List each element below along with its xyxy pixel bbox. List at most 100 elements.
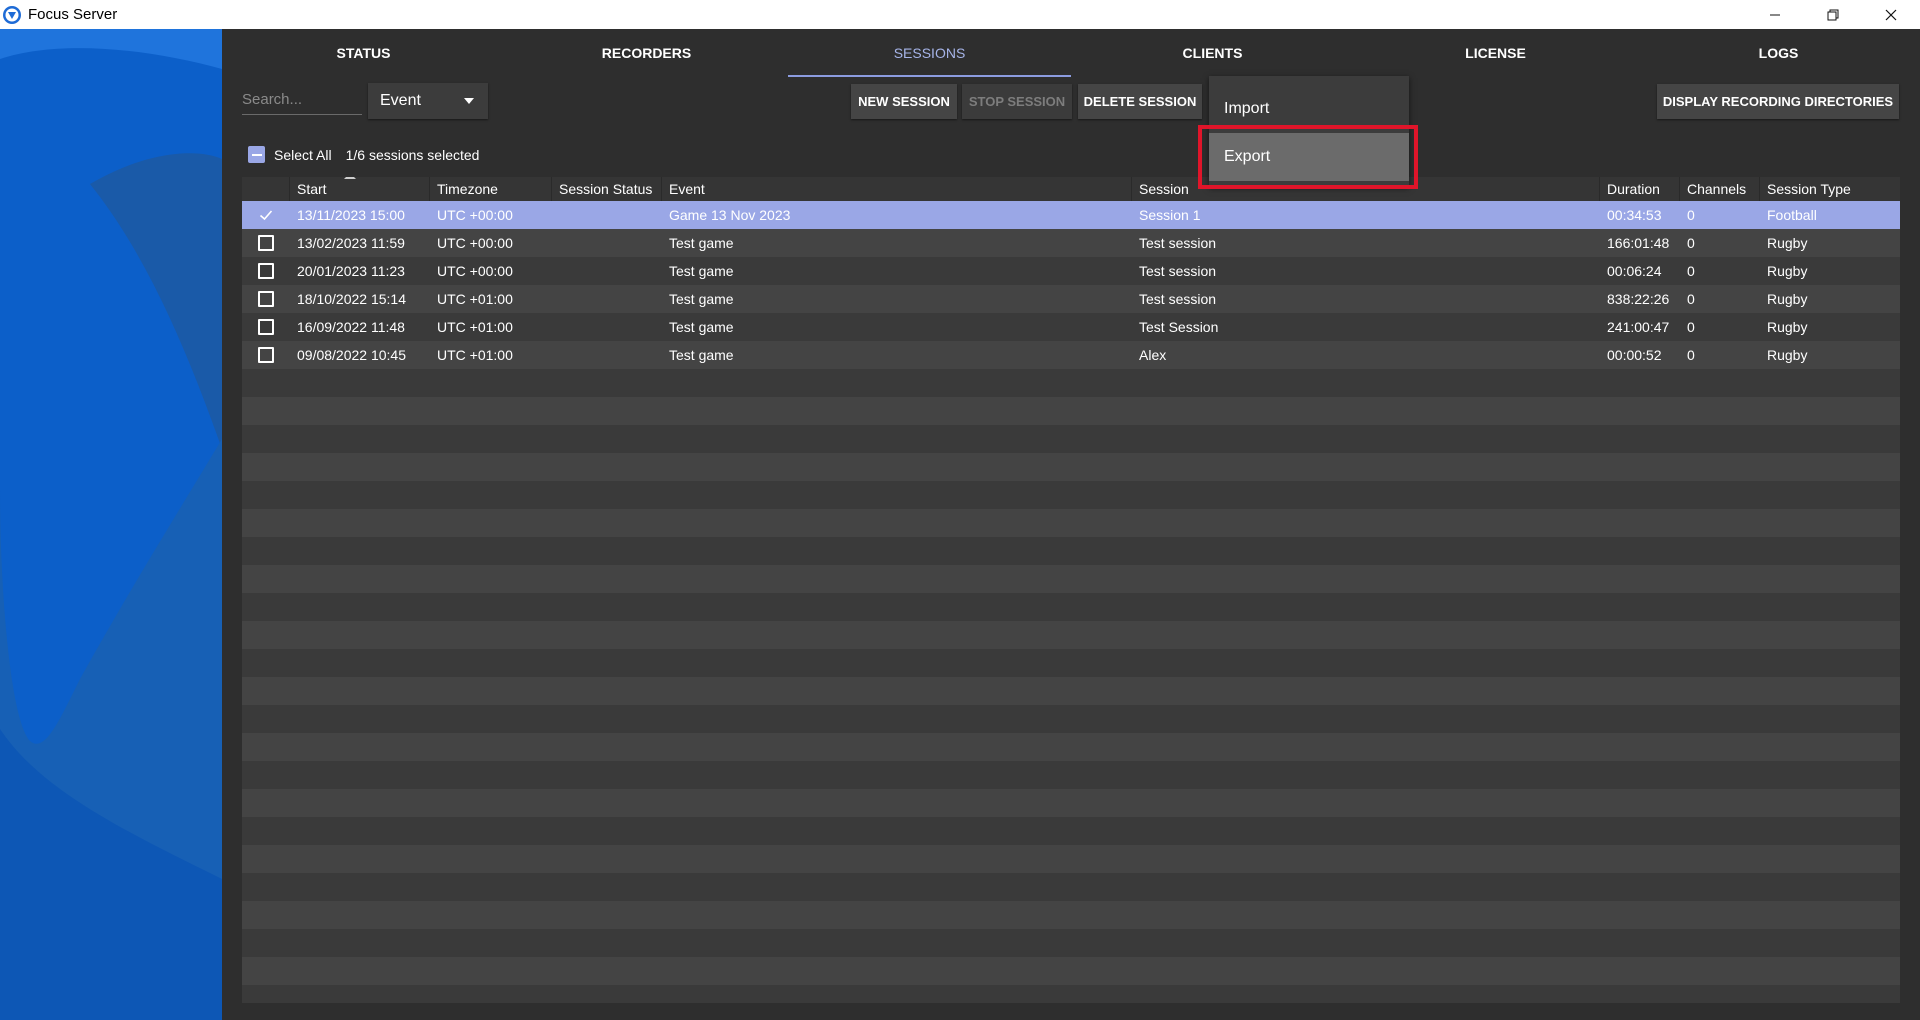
- cell-timezone: [430, 537, 552, 565]
- new-session-button[interactable]: NEW SESSION: [851, 84, 957, 119]
- column-header-event[interactable]: Event: [662, 177, 1132, 201]
- column-header-start[interactable]: Start: [290, 177, 430, 201]
- table-row[interactable]: 16/09/2022 11:48 UTC +01:00 Test game Test …: [242, 313, 1900, 341]
- cell-channels: [1680, 453, 1760, 481]
- cell-start: 16/09/2022 11:48: [297, 319, 405, 335]
- sort-ascending-icon: [344, 177, 356, 179]
- row-checkbox[interactable]: [258, 319, 274, 335]
- app-logo-icon: [3, 5, 21, 24]
- tab-sessions[interactable]: SESSIONS: [788, 29, 1071, 77]
- column-header-session-status[interactable]: Session Status: [552, 177, 662, 201]
- cell-session-type: [1760, 621, 1900, 649]
- cell-duration: [1600, 957, 1680, 985]
- restore-icon: [1827, 9, 1839, 20]
- table-row[interactable]: 13/02/2023 11:59 UTC +00:00 Test game Test …: [242, 229, 1900, 257]
- cell-duration: [1600, 537, 1680, 565]
- select-all-checkbox[interactable]: [248, 146, 265, 163]
- cell-session-type: Rugby: [1767, 263, 1808, 279]
- table-row[interactable]: 13/11/2023 15:00 UTC +00:00 Game 13 Nov 20…: [242, 201, 1900, 229]
- cell-session: Test session: [1139, 263, 1217, 279]
- row-checkbox-cell: [242, 845, 290, 873]
- tab-clients[interactable]: CLIENTS: [1071, 29, 1354, 77]
- close-icon: [1885, 9, 1897, 20]
- display-recording-directories-button[interactable]: DISPLAY RECORDING DIRECTORIES: [1657, 84, 1899, 119]
- cell-channels: 0: [1687, 235, 1695, 251]
- cell-session-type: [1760, 509, 1900, 537]
- delete-session-button[interactable]: DELETE SESSION: [1078, 84, 1202, 119]
- row-checkbox-cell: [242, 229, 290, 257]
- row-checkbox[interactable]: [258, 263, 274, 279]
- row-checkbox-cell: [242, 789, 290, 817]
- row-checkbox-cell: [242, 453, 290, 481]
- select-all[interactable]: Select All 1/6 sessions selected: [248, 146, 479, 163]
- minimize-button[interactable]: [1746, 0, 1804, 29]
- cell-timezone: [430, 677, 552, 705]
- row-checkbox[interactable]: [258, 291, 274, 307]
- empty-table-row: [242, 621, 1900, 649]
- cell-timezone: [430, 593, 552, 621]
- cell-start: [290, 481, 430, 509]
- cell-timezone: [430, 453, 552, 481]
- cell-channels: [1680, 929, 1760, 957]
- empty-table-row: [242, 761, 1900, 789]
- cell-duration: 166:01:48: [1607, 235, 1670, 251]
- cell-session-status: [552, 537, 662, 565]
- column-header-channels[interactable]: Channels: [1680, 177, 1760, 201]
- stop-session-button[interactable]: STOP SESSION: [962, 84, 1072, 119]
- cell-channels: [1680, 901, 1760, 929]
- empty-table-row: [242, 453, 1900, 481]
- cell-session: [1132, 453, 1600, 481]
- table-row[interactable]: 18/10/2022 15:14 UTC +01:00 Test game Test …: [242, 285, 1900, 313]
- cell-event: [662, 565, 1132, 593]
- table-row[interactable]: 09/08/2022 10:45 UTC +01:00 Test game Alex 0…: [242, 341, 1900, 369]
- background-graphic: [0, 29, 222, 1020]
- column-header-duration[interactable]: Duration: [1600, 177, 1680, 201]
- cell-start: [290, 509, 430, 537]
- tab-logs[interactable]: LOGS: [1637, 29, 1920, 77]
- cell-start: [290, 705, 430, 733]
- close-button[interactable]: [1862, 0, 1920, 29]
- search-input[interactable]: [242, 85, 362, 115]
- row-checkbox-cell: [242, 341, 290, 369]
- cell-session: [1132, 537, 1600, 565]
- empty-table-row: [242, 369, 1900, 397]
- cell-channels: 0: [1687, 291, 1695, 307]
- cell-session-status: [552, 929, 662, 957]
- cell-start: [290, 621, 430, 649]
- cell-event: [662, 733, 1132, 761]
- tab-status[interactable]: STATUS: [222, 29, 505, 77]
- row-checkbox[interactable]: [258, 235, 274, 251]
- row-checkbox-cell: [242, 873, 290, 901]
- cell-channels: [1680, 593, 1760, 621]
- cell-event: [662, 425, 1132, 453]
- cell-session-type: Rugby: [1767, 319, 1808, 335]
- tab-recorders[interactable]: RECORDERS: [505, 29, 788, 77]
- cell-start: 18/10/2022 15:14: [297, 291, 406, 307]
- table-row[interactable]: 20/01/2023 11:23 UTC +00:00 Test game Test …: [242, 257, 1900, 285]
- sessions-table: Start Timezone Session Status Event Sess…: [242, 177, 1900, 1003]
- cell-start: 20/01/2023 11:23: [297, 263, 405, 279]
- column-header-session-type[interactable]: Session Type: [1760, 177, 1900, 201]
- cell-session: [1132, 705, 1600, 733]
- row-checkbox-cell: [242, 397, 290, 425]
- cell-channels: [1680, 845, 1760, 873]
- empty-table-row: [242, 817, 1900, 845]
- tab-license[interactable]: LICENSE: [1354, 29, 1637, 77]
- restore-button[interactable]: [1804, 0, 1862, 29]
- filter-dropdown[interactable]: Event: [368, 83, 488, 119]
- checkmark-icon[interactable]: [259, 208, 273, 222]
- cell-event: [662, 649, 1132, 677]
- empty-table-row: [242, 481, 1900, 509]
- cell-session: Session 1: [1139, 207, 1201, 223]
- row-checkbox-cell: [242, 481, 290, 509]
- cell-channels: [1680, 705, 1760, 733]
- row-checkbox-cell: [242, 621, 290, 649]
- row-checkbox[interactable]: [258, 347, 274, 363]
- cell-start: [290, 649, 430, 677]
- cell-timezone: [430, 425, 552, 453]
- column-header-timezone[interactable]: Timezone: [430, 177, 552, 201]
- cell-session-status: [552, 229, 662, 257]
- cell-session-status: [552, 621, 662, 649]
- cell-event: [662, 621, 1132, 649]
- cell-start: 09/08/2022 10:45: [297, 347, 406, 363]
